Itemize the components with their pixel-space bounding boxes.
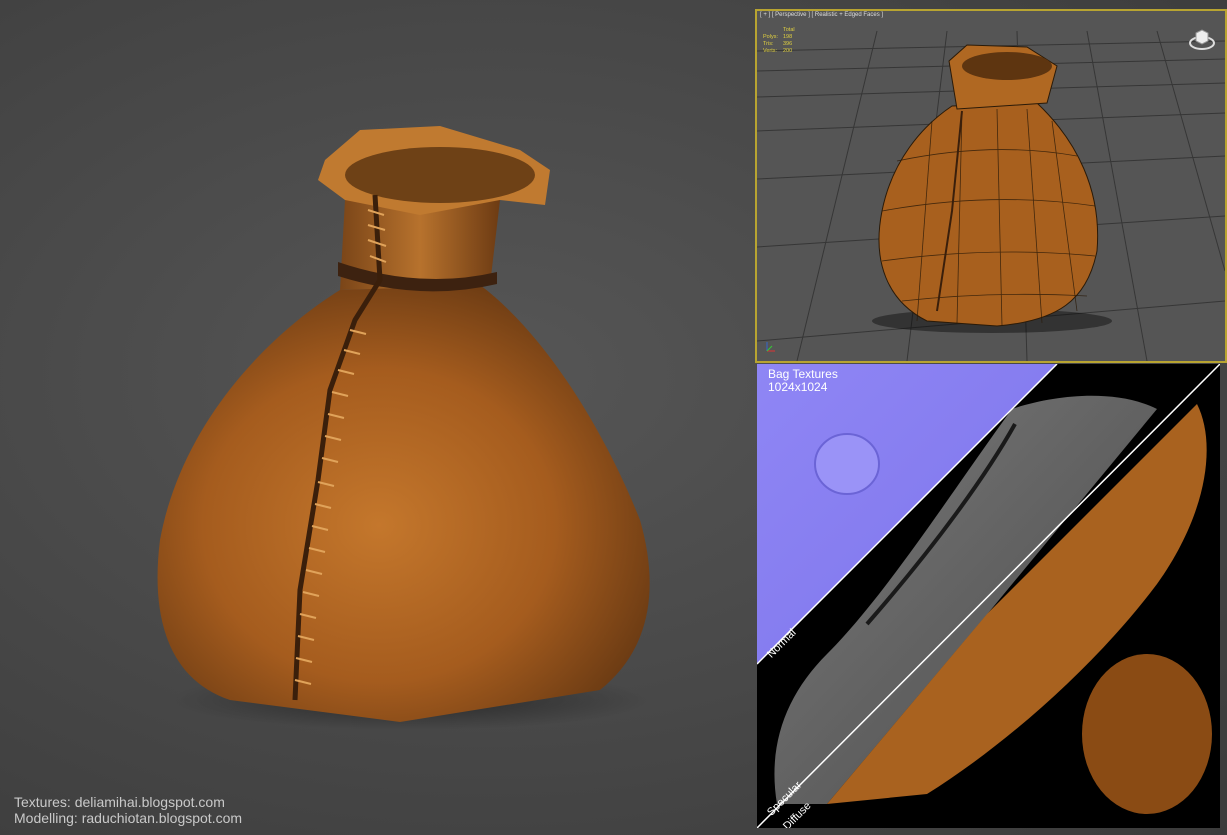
perspective-viewport[interactable]: [ + ] [ Perspective ] [ Realistic + Edge… [755,9,1227,363]
textures-title: Bag Textures 1024x1024 [768,368,838,394]
bag-render [0,0,750,835]
verts-label: Verts: [763,48,778,54]
verts-value: 200 [783,48,793,54]
tris-label: Tris: [763,41,774,47]
credits: Textures: deliamihai.blogspot.com Modell… [14,794,242,826]
viewcube-icon[interactable] [1189,25,1215,51]
viewport-stats: Total Polys: 198 Tris: 396 Verts: 200 [763,27,795,55]
textures-credit: Textures: deliamihai.blogspot.com [14,794,225,810]
texture-sheet: Bag Textures 1024x1024 Normal Specular D… [757,364,1220,828]
viewport-label[interactable]: [ + ] [ Perspective ] [ Realistic + Edge… [760,12,883,18]
polys-value: 198 [783,34,793,40]
tris-value: 396 [783,41,793,47]
polys-label: Polys: [763,34,778,40]
textures-resolution: 1024x1024 [768,380,828,394]
axis-gizmo-icon [763,339,779,355]
modelling-credit: Modelling: raduchiotan.blogspot.com [14,810,243,826]
stats-header: Total [783,27,795,33]
